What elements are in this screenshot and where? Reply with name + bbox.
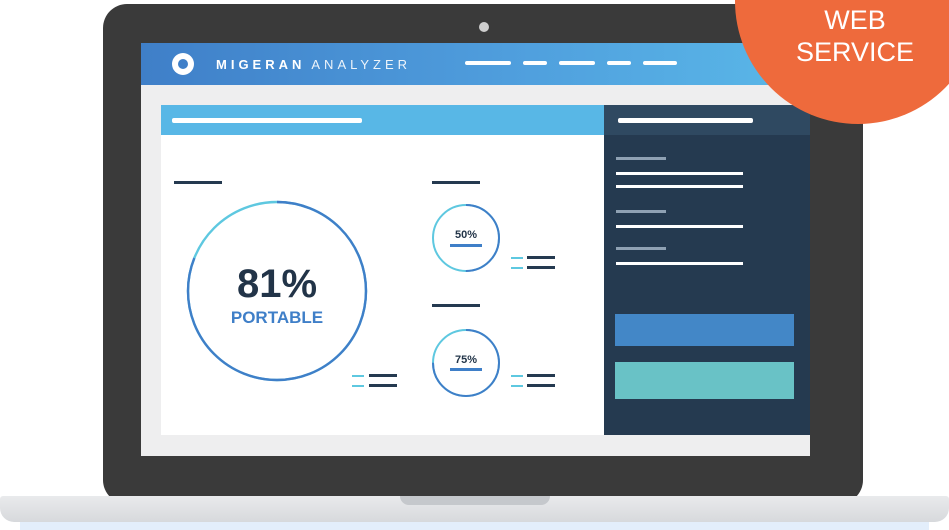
panel-title-bar [161,105,605,135]
nav-item-4[interactable] [607,61,631,65]
legend-tick [352,385,364,387]
main-panel: 81% PORTABLE 50% 75% [161,105,605,435]
app-screen: MIGERAN ANALYZER 81% PORTABLE 50% 75% [141,43,810,456]
side-field-label [616,210,666,213]
badge-line-1: WEB [824,5,886,35]
legend-line [527,256,555,259]
small-gauge-1-underline [450,244,482,247]
side-field-value [616,225,743,228]
main-gauge-caption: PORTABLE [230,308,324,327]
side-field-value [616,262,743,265]
logo-icon[interactable] [172,53,194,75]
gauge-section-heading [174,181,222,184]
secondary-action-button[interactable] [615,362,794,399]
legend-line [527,384,555,387]
nav-item-3[interactable] [559,61,595,65]
app-brand: MIGERAN ANALYZER [216,57,411,72]
gauge-section-heading [432,304,480,307]
primary-action-button[interactable] [615,314,794,346]
legend-line [527,374,555,377]
small-gauge-1-value: 50% [454,229,478,241]
nav-item-5[interactable] [643,61,677,65]
legend-line [527,266,555,269]
side-field-label [616,247,666,250]
side-panel-header [604,105,810,135]
nav-item-2[interactable] [523,61,547,65]
nav-item-1[interactable] [465,61,511,65]
small-gauge-2-value: 75% [454,354,478,366]
app-header: MIGERAN ANALYZER [141,43,810,85]
side-panel [604,105,810,435]
panel-title-placeholder [172,118,362,123]
side-field-value [616,185,743,188]
legend-tick [511,257,523,259]
main-gauge-value: 81% [236,262,318,306]
side-panel-title-placeholder [618,118,753,123]
brand-name: MIGERAN [216,57,306,72]
base-notch [400,496,550,505]
badge-line-2: SERVICE [795,37,915,67]
legend-tick [511,375,523,377]
small-gauge-2-underline [450,368,482,371]
legend-line [369,374,397,377]
legend-tick [511,267,523,269]
side-field-label [616,157,666,160]
legend-line [369,384,397,387]
legend-tick [511,385,523,387]
camera-icon [479,22,489,32]
gauge-section-heading [432,181,480,184]
side-field-value [616,172,743,175]
brand-suffix: ANALYZER [311,57,412,72]
legend-tick [352,375,364,377]
